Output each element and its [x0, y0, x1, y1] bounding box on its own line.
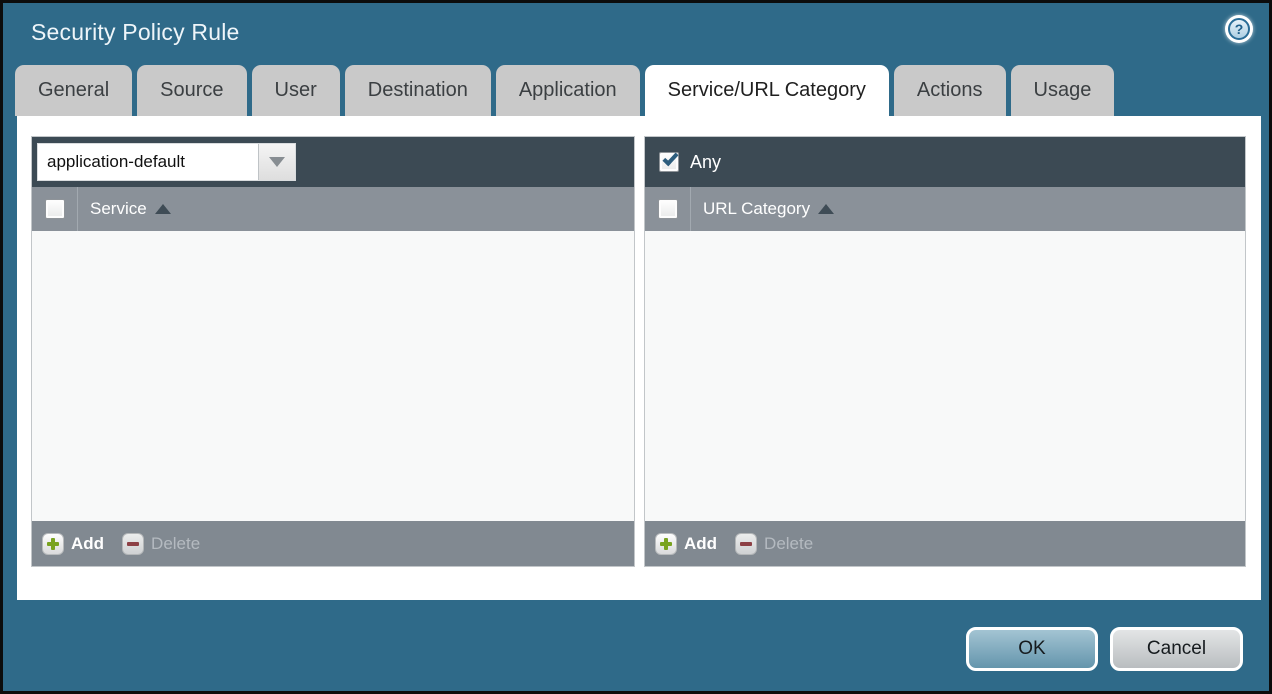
url-category-column-header: URL Category — [645, 187, 1245, 231]
url-category-add-button[interactable]: Add — [655, 533, 717, 555]
any-checkbox-row: Any — [650, 152, 721, 173]
service-list[interactable] — [32, 231, 634, 521]
security-policy-rule-dialog: { "window": { "title": "Security Policy … — [0, 0, 1272, 694]
tab-user[interactable]: User — [252, 65, 340, 116]
service-panel-footer: Add Delete — [32, 521, 634, 566]
url-category-panel-footer: Add Delete — [645, 521, 1245, 566]
any-checkbox[interactable] — [659, 152, 679, 172]
cancel-button[interactable]: Cancel — [1110, 627, 1243, 671]
add-plus-icon — [655, 533, 677, 555]
ok-button[interactable]: OK — [966, 627, 1098, 671]
service-type-value: application-default — [38, 144, 258, 180]
service-column-header: Service — [32, 187, 634, 231]
url-category-column-label: URL Category — [703, 199, 810, 219]
tab-application[interactable]: Application — [496, 65, 640, 116]
service-select-all-cell — [32, 187, 78, 231]
add-button-label: Add — [71, 534, 104, 554]
help-button[interactable]: ? — [1225, 15, 1253, 43]
url-category-column-label-wrap[interactable]: URL Category — [691, 187, 834, 231]
delete-button-label: Delete — [151, 534, 200, 554]
tab-bar: General Source User Destination Applicat… — [15, 65, 1257, 116]
dropdown-arrow-button[interactable] — [258, 144, 295, 180]
sort-ascending-icon — [818, 204, 834, 214]
service-add-button[interactable]: Add — [42, 533, 104, 555]
sort-ascending-icon — [155, 204, 171, 214]
title-bar: Security Policy Rule ? — [3, 3, 1269, 63]
url-category-select-all-checkbox[interactable] — [658, 199, 678, 219]
tab-source[interactable]: Source — [137, 65, 246, 116]
dialog-title: Security Policy Rule — [31, 19, 240, 46]
service-panel-header: application-default — [32, 137, 634, 187]
any-label: Any — [690, 152, 721, 173]
add-plus-icon — [42, 533, 64, 555]
url-category-delete-button[interactable]: Delete — [735, 533, 813, 555]
tab-service-url-category[interactable]: Service/URL Category — [645, 65, 889, 116]
service-panel: application-default Service Add — [31, 136, 635, 567]
delete-minus-icon — [735, 533, 757, 555]
service-column-label: Service — [90, 199, 147, 219]
tab-usage[interactable]: Usage — [1011, 65, 1115, 116]
tab-actions[interactable]: Actions — [894, 65, 1006, 116]
tab-destination[interactable]: Destination — [345, 65, 491, 116]
service-column-label-wrap[interactable]: Service — [78, 187, 171, 231]
help-icon: ? — [1228, 18, 1250, 40]
service-delete-button[interactable]: Delete — [122, 533, 200, 555]
tab-content: application-default Service Add — [17, 116, 1261, 600]
url-category-panel-header: Any — [645, 137, 1245, 187]
delete-button-label: Delete — [764, 534, 813, 554]
url-category-select-all-cell — [645, 187, 691, 231]
tab-general[interactable]: General — [15, 65, 132, 116]
add-button-label: Add — [684, 534, 717, 554]
service-type-dropdown[interactable]: application-default — [37, 143, 296, 181]
url-category-panel: Any URL Category Add Delete — [644, 136, 1246, 567]
delete-minus-icon — [122, 533, 144, 555]
checkmark-icon — [662, 150, 678, 166]
chevron-down-icon — [269, 157, 285, 167]
url-category-list[interactable] — [645, 231, 1245, 521]
service-select-all-checkbox[interactable] — [45, 199, 65, 219]
